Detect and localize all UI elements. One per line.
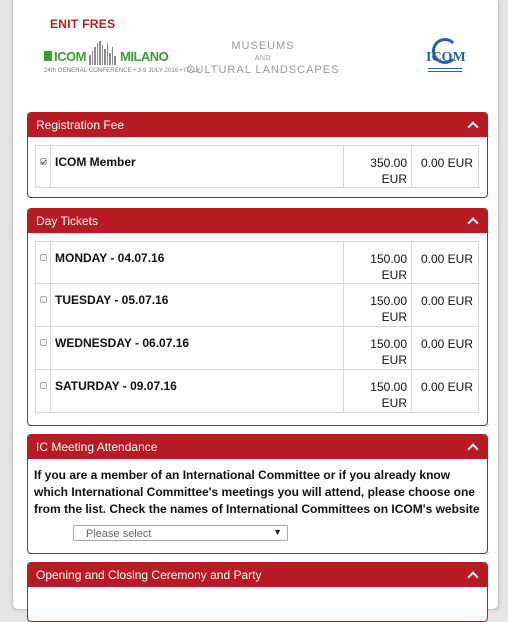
item-name: TUESDAY - 05.07.16 <box>51 284 344 326</box>
table-row: TUESDAY - 05.07.16 150.00 EUR 0.00 EUR <box>35 284 479 327</box>
section-ceremony: Opening and Closing Ceremony and Party <box>27 562 488 622</box>
item-name: MONDAY - 04.07.16 <box>51 242 344 283</box>
checkbox-monday[interactable] <box>39 254 47 261</box>
item-name: ICOM Member <box>51 146 344 187</box>
item-total: 0.00 EUR <box>420 337 473 351</box>
section-title: Day Tickets <box>36 214 99 228</box>
logo-bars-graphic <box>89 41 119 65</box>
page-header: ENIT FRES ICOM MILANO 24th GENERAL CONFE… <box>13 0 498 110</box>
checkbox-wednesday[interactable] <box>39 339 47 346</box>
logo-icom-text: ICOM <box>54 49 86 64</box>
chevron-up-icon[interactable] <box>467 119 479 131</box>
item-price: 150.00 EUR <box>344 370 412 412</box>
table-row: ICOM Member 350.00 EUR 0.00 EUR <box>35 145 479 188</box>
checkbox-saturday[interactable] <box>39 382 47 389</box>
logo-year-badge <box>44 51 52 61</box>
section-day-tickets: Day Tickets MONDAY - 04.07.16 150.00 EUR… <box>27 208 488 426</box>
logo-milano-text: MILANO <box>120 49 169 64</box>
item-total: 0.00 EUR <box>420 294 473 308</box>
item-price: 150.00 EUR <box>344 284 412 326</box>
select-value: Please select <box>86 528 152 540</box>
table-row: SATURDAY - 09.07.16 150.00 EUR 0.00 EUR <box>35 370 479 413</box>
ic-meeting-description: If you are a member of an International … <box>34 468 480 516</box>
table-row: WEDNESDAY - 06.07.16 150.00 EUR 0.00 EUR <box>35 327 479 370</box>
item-total: 0.00 EUR <box>420 252 473 266</box>
section-ic-meeting: IC Meeting Attendance If you are a membe… <box>27 434 488 554</box>
checkbox-tuesday[interactable] <box>39 296 47 303</box>
chevron-up-icon[interactable] <box>467 569 479 581</box>
ic-committee-select[interactable]: Please select ▼ <box>73 525 288 541</box>
item-total: 0.00 EUR <box>420 380 473 394</box>
title-and: AND <box>254 55 272 62</box>
conference-title: MUSEUMS AND CULTURAL LANDSCAPES <box>183 40 343 76</box>
logo-subtitle: 24th GENERAL CONFERENCE • 3-9 JULY 2016 … <box>44 68 201 74</box>
title-line-1: MUSEUMS <box>231 40 295 52</box>
icom-milano-logo: ICOM MILANO 24th GENERAL CONFERENCE • 3-… <box>44 40 200 80</box>
section-registration-fee: Registration Fee ICOM Member 350.00 EUR … <box>27 112 488 198</box>
registration-panel: ENIT FRES ICOM MILANO 24th GENERAL CONFE… <box>12 0 499 622</box>
section-title: IC Meeting Attendance <box>36 440 158 454</box>
top-label: ENIT FRES <box>50 17 116 31</box>
day-tickets-table: MONDAY - 04.07.16 150.00 EUR 0.00 EUR TU… <box>28 233 487 421</box>
table-row: MONDAY - 04.07.16 150.00 EUR 0.00 EUR <box>35 241 479 284</box>
item-total: 0.00 EUR <box>420 156 473 170</box>
checkbox-icom-member[interactable] <box>39 158 47 165</box>
title-line-2: CULTURAL LANDSCAPES <box>186 64 340 76</box>
item-price: 150.00 EUR <box>344 242 412 283</box>
section-header-day-tickets[interactable]: Day Tickets <box>28 209 487 233</box>
fee-table: ICOM Member 350.00 EUR 0.00 EUR <box>28 137 487 196</box>
item-price: 150.00 EUR <box>344 327 412 369</box>
section-title: Opening and Closing Ceremony and Party <box>36 568 262 582</box>
dropdown-arrow-icon: ▼ <box>273 527 282 537</box>
chevron-up-icon[interactable] <box>467 215 479 227</box>
section-header-registration-fee[interactable]: Registration Fee <box>28 113 487 137</box>
icom-logo: ICOM <box>424 38 466 78</box>
icom-logo-text: ICOM <box>426 50 466 65</box>
item-price: 350.00 EUR <box>344 146 412 187</box>
item-name: WEDNESDAY - 06.07.16 <box>51 327 344 369</box>
section-title: Registration Fee <box>36 118 125 132</box>
section-header-ceremony[interactable]: Opening and Closing Ceremony and Party <box>28 563 487 587</box>
section-header-ic-meeting[interactable]: IC Meeting Attendance <box>28 435 487 459</box>
chevron-up-icon[interactable] <box>467 441 479 453</box>
item-name: SATURDAY - 09.07.16 <box>51 370 344 412</box>
